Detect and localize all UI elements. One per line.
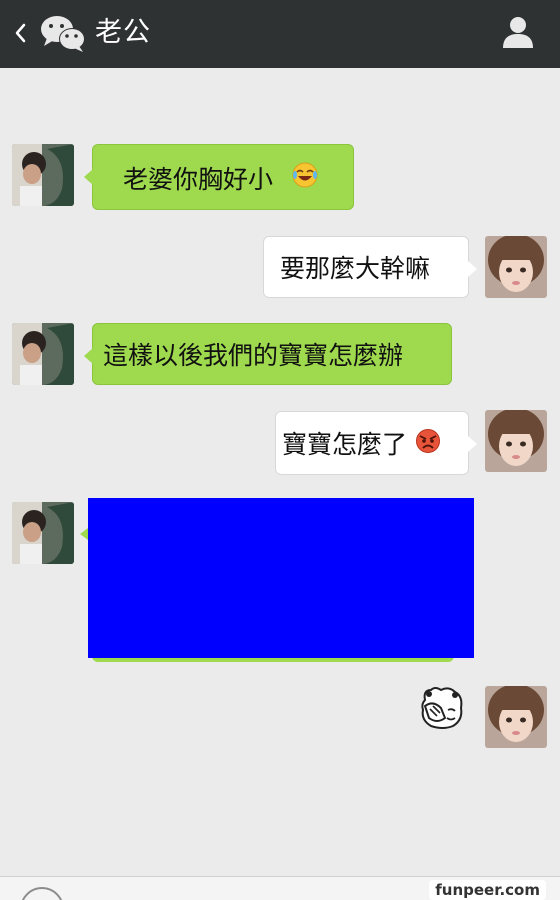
facepalm-sticker[interactable] (415, 684, 467, 732)
voice-input-button[interactable] (20, 887, 64, 900)
avatar-wife[interactable] (485, 410, 547, 472)
avatar-wife[interactable] (485, 236, 547, 298)
chat-title: 老公 (95, 17, 151, 48)
chat-screen: 老公 老婆你胸好小 要那麼大幹嘛 這樣以後我們的寶寶怎麼辦 寶寶怎麼了 funp… (0, 0, 560, 900)
avatar-husband[interactable] (12, 144, 74, 206)
message-bubble-received[interactable]: 老婆你胸好小 (84, 144, 354, 210)
message-text: 要那麼大幹嘛 (280, 254, 431, 283)
person-icon[interactable] (500, 14, 536, 50)
message-text: 這樣以後我們的寶寶怎麼辦 (103, 341, 404, 370)
message-text: 寶寶怎麼了 (282, 430, 408, 459)
message-bubble-sent[interactable]: 要那麼大幹嘛 (263, 236, 477, 298)
message-bubble-received[interactable]: 這樣以後我們的寶寶怎麼辦 (84, 323, 452, 385)
bubble-tail (80, 528, 88, 540)
angry-face-emoji (415, 428, 441, 463)
avatar-husband[interactable] (12, 323, 74, 385)
avatar-wife[interactable] (485, 686, 547, 748)
chevron-left-icon (15, 23, 26, 43)
back-button[interactable] (8, 18, 32, 48)
chat-header: 老公 (0, 0, 560, 68)
message-text: 老婆你胸好小 (123, 164, 274, 194)
avatar-husband[interactable] (12, 502, 74, 564)
watermark: funpeer.com (429, 880, 546, 900)
laughing-tears-emoji (291, 161, 319, 198)
message-bubble-sent[interactable]: 寶寶怎麼了 (275, 411, 477, 475)
redaction-block (88, 498, 474, 658)
wechat-logo-icon (41, 16, 85, 52)
